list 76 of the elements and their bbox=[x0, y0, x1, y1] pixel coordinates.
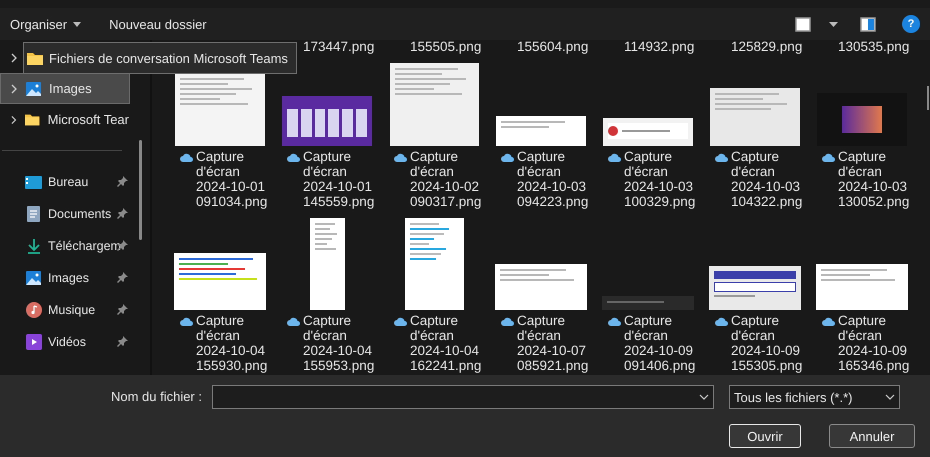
cloud-icon bbox=[608, 317, 621, 326]
download-icon bbox=[26, 238, 40, 254]
file-name: 125829.png bbox=[731, 40, 802, 54]
chevron-icon bbox=[11, 52, 18, 62]
file-name[interactable]: Capture d'écran 2024-10-09 165346.png bbox=[838, 313, 920, 373]
caret-icon bbox=[699, 394, 709, 400]
file-name[interactable]: Capture d'écran 2024-10-04 155953.png bbox=[303, 313, 385, 373]
quick-access-item[interactable]: Musique bbox=[0, 294, 130, 326]
pin-icon bbox=[117, 208, 128, 219]
scrollbar-thumb[interactable] bbox=[927, 86, 929, 110]
cloud-icon bbox=[180, 153, 193, 162]
cloud-icon bbox=[180, 317, 193, 326]
scrollbar-thumb[interactable] bbox=[139, 140, 142, 240]
file-name[interactable]: Capture d'écran 2024-10-07 085921.png bbox=[517, 313, 599, 373]
picture-icon bbox=[26, 82, 41, 96]
cloud-icon bbox=[715, 317, 728, 326]
cloud-icon bbox=[394, 153, 407, 162]
file-name[interactable]: Capture d'écran 2024-10-03 100329.png bbox=[624, 149, 706, 209]
quick-access-item[interactable]: Vidéos bbox=[0, 326, 130, 358]
file-name[interactable]: Capture d'écran 2024-10-04 162241.png bbox=[410, 313, 492, 373]
folder-icon bbox=[25, 113, 40, 126]
open-button[interactable]: Ouvrir bbox=[729, 424, 801, 448]
file-name: 155604.png bbox=[517, 40, 588, 54]
cancel-button[interactable]: Annuler bbox=[829, 424, 915, 448]
desktop-icon bbox=[25, 176, 42, 188]
caret-icon bbox=[73, 22, 82, 26]
chevron-icon bbox=[11, 84, 18, 94]
pin-icon bbox=[117, 304, 128, 315]
caret-icon bbox=[829, 22, 838, 26]
file-name: 173447.png bbox=[303, 40, 374, 54]
new-folder-button[interactable]: Nouveau dossier bbox=[107, 12, 209, 36]
tree-item[interactable]: Images bbox=[0, 73, 130, 104]
music-icon bbox=[26, 302, 42, 318]
cloud-icon bbox=[287, 153, 300, 162]
organize-button[interactable]: Organiser bbox=[8, 12, 84, 36]
caret-icon bbox=[885, 394, 895, 400]
cloud-icon bbox=[608, 153, 621, 162]
cloud-icon bbox=[394, 317, 407, 326]
cloud-icon bbox=[715, 153, 728, 162]
file-name: 114932.png bbox=[624, 40, 694, 54]
file-name: 155505.png bbox=[410, 40, 482, 54]
file-name-label: Nom du fichier : bbox=[110, 388, 203, 406]
file-name[interactable]: Capture d'écran 2024-10-04 155930.png bbox=[196, 313, 278, 373]
chevron-icon bbox=[11, 114, 18, 124]
file-name: 130535.png bbox=[838, 40, 910, 54]
document-icon bbox=[27, 206, 40, 222]
pin-icon bbox=[117, 336, 128, 347]
file-name-field[interactable] bbox=[212, 385, 714, 409]
file-type-dropdown[interactable]: Tous les fichiers (*.*) bbox=[729, 385, 900, 409]
file-name[interactable]: Capture d'écran 2024-10-09 155305.png bbox=[731, 313, 813, 373]
picture-icon bbox=[26, 271, 41, 285]
quick-access-item[interactable]: Bureau bbox=[0, 166, 130, 198]
file-name[interactable]: Capture d'écran 2024-10-03 094223.png bbox=[517, 149, 599, 209]
folder-icon bbox=[27, 52, 43, 64]
file-name[interactable]: Capture d'écran 2024-10-03 130052.png bbox=[838, 149, 920, 209]
file-name[interactable]: Capture d'écran 2024-10-03 104322.png bbox=[731, 149, 813, 209]
tree-item[interactable]: Microsoft Tear bbox=[0, 104, 130, 135]
cloud-icon bbox=[287, 317, 300, 326]
view-button[interactable] bbox=[793, 14, 840, 34]
quick-access-item[interactable]: Images bbox=[0, 262, 130, 294]
view-icon bbox=[795, 16, 811, 32]
file-name[interactable]: Capture d'écran 2024-10-09 091406.png bbox=[624, 313, 706, 373]
preview-pane-button[interactable] bbox=[858, 14, 878, 34]
cloud-icon bbox=[822, 153, 835, 162]
preview-pane-icon bbox=[860, 16, 876, 32]
file-name[interactable]: Capture d'écran 2024-10-02 090317.png bbox=[410, 149, 492, 209]
help-button[interactable]: ? bbox=[902, 15, 920, 33]
cloud-icon bbox=[501, 153, 514, 162]
cloud-icon bbox=[501, 317, 514, 326]
pin-icon bbox=[117, 176, 128, 187]
video-icon bbox=[26, 334, 42, 350]
pin-icon bbox=[117, 272, 128, 283]
quick-access-item[interactable]: Documents bbox=[0, 198, 130, 230]
file-name[interactable]: Capture d'écran 2024-10-01 091034.png bbox=[196, 149, 278, 209]
file-name[interactable]: Capture d'écran 2024-10-01 145559.png bbox=[303, 149, 385, 209]
cloud-icon bbox=[822, 317, 835, 326]
